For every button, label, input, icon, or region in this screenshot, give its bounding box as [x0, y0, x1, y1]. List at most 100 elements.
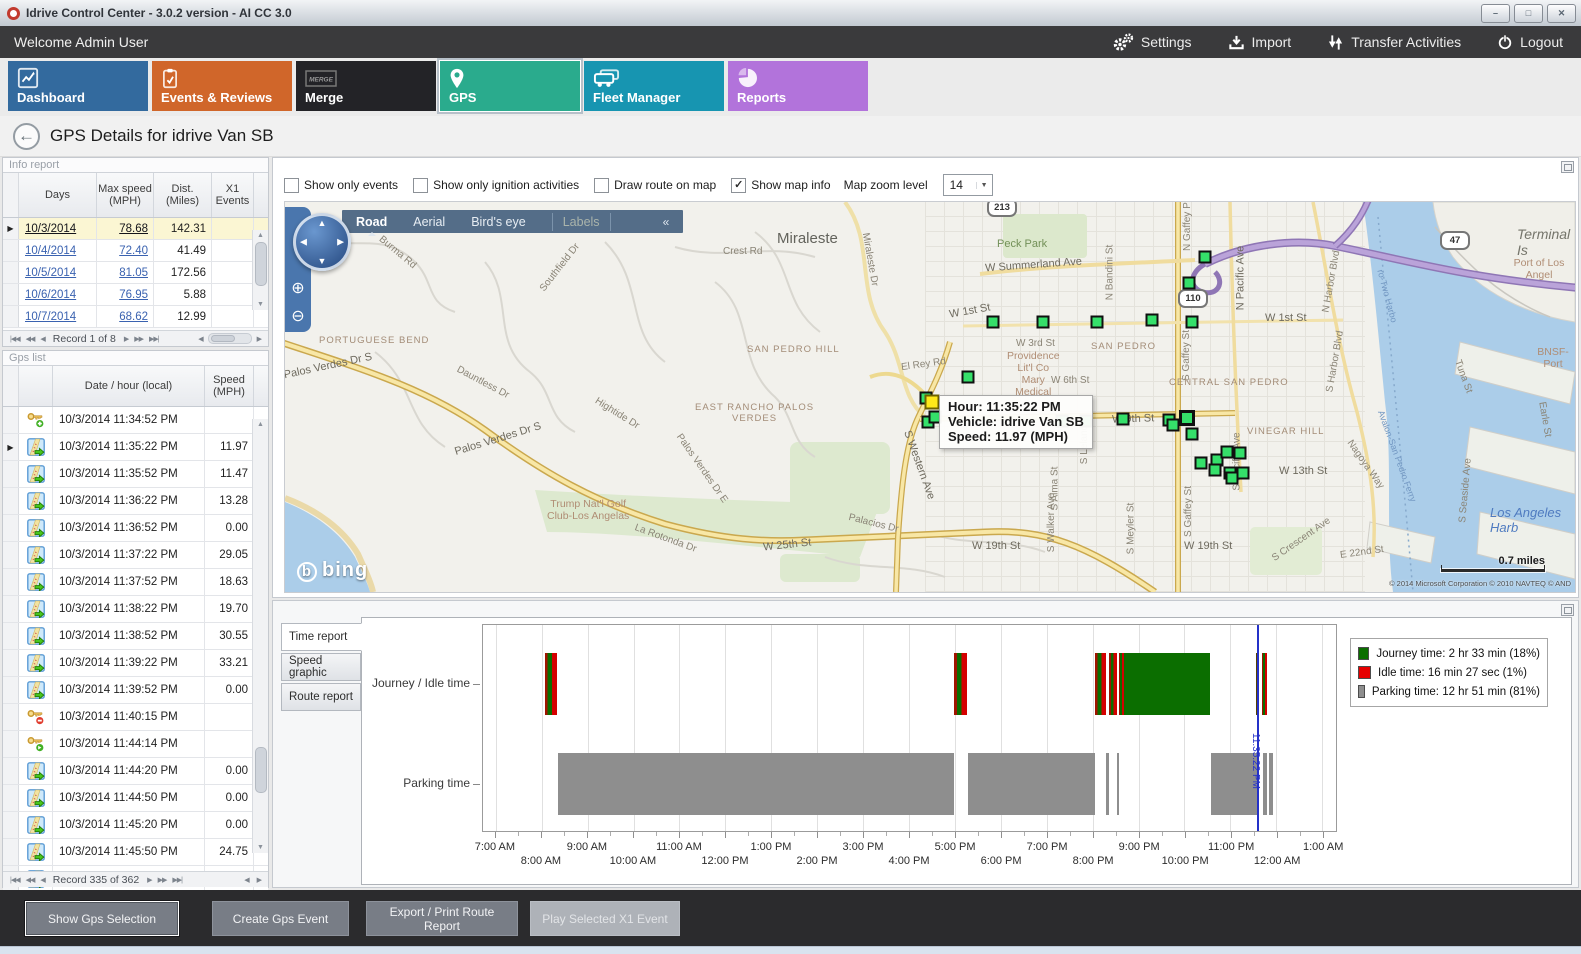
checkbox-box[interactable] — [594, 178, 609, 193]
checkbox-show-only-ignition-activities[interactable]: Show only ignition activities — [413, 178, 579, 193]
gps-row[interactable]: ▶10/3/2014 11:35:22 PM11.97 — [3, 434, 268, 461]
gps-marker[interactable] — [1037, 316, 1050, 329]
gps-marker[interactable] — [1226, 472, 1239, 485]
back-button[interactable]: ← — [13, 123, 40, 150]
chart-panel-collapse-button[interactable] — [1561, 604, 1574, 616]
map-zoom-in-button[interactable]: ⊕ — [288, 279, 308, 299]
gps-list-scrollbar[interactable]: ▲ ▼ — [252, 419, 268, 853]
pan-down-icon[interactable]: ▼ — [318, 256, 327, 266]
gps-row[interactable]: 10/3/2014 11:37:52 PM18.63 — [3, 569, 268, 596]
checkbox-box[interactable]: ✓ — [731, 178, 746, 193]
gps-row[interactable]: 10/3/2014 11:38:52 PM30.55 — [3, 623, 268, 650]
settings-button[interactable]: Settings — [1112, 33, 1192, 52]
table-row[interactable]: 10/5/201481.05172.56 — [3, 262, 268, 284]
gps-marker[interactable] — [1146, 314, 1159, 327]
hscroll-right-icon[interactable]: ▶ — [257, 876, 261, 884]
map-toolbar-collapse-button[interactable]: « — [663, 215, 670, 229]
selected-gps-marker[interactable] — [925, 395, 940, 410]
chevron-down-icon[interactable]: ▼ — [976, 182, 992, 189]
pager-next-group-button[interactable]: ▶▶ — [134, 335, 143, 343]
pager-prev-button[interactable]: ◀ — [40, 335, 44, 343]
map-view-bird-s-eye[interactable]: Bird's eye — [471, 215, 526, 229]
gps-row[interactable]: 10/3/2014 11:39:22 PM33.21 — [3, 650, 268, 677]
pager-next-button[interactable]: ▶ — [124, 335, 128, 343]
days-cell[interactable]: 10/6/2014 — [19, 284, 97, 305]
map-pan-control[interactable]: ▲ ▼ ◀ ▶ — [293, 213, 351, 271]
pager-hscrollbar[interactable]: ◀▶ — [241, 876, 264, 884]
scroll-up-icon[interactable]: ▲ — [253, 232, 268, 239]
gps-row[interactable]: 10/3/2014 11:44:20 PM0.00 — [3, 758, 268, 785]
max-speed-cell[interactable]: 78.68 — [97, 218, 154, 239]
gps-marker[interactable] — [1209, 464, 1222, 477]
map-zoom-select[interactable]: 14▼ — [943, 174, 993, 196]
export-print-route-report-button[interactable]: Export / Print Route Report — [366, 901, 518, 936]
gps-marker[interactable] — [1091, 316, 1104, 329]
gps-row[interactable]: 10/3/2014 11:40:15 PM — [3, 704, 268, 731]
gps-row[interactable]: 10/3/2014 11:37:22 PM29.05 — [3, 542, 268, 569]
gps-marker[interactable] — [1186, 316, 1199, 329]
pager-first-button[interactable]: |◀◀ — [10, 876, 20, 884]
window-maximize-button[interactable]: □ — [1514, 4, 1543, 23]
gps-marker[interactable] — [1195, 457, 1208, 470]
tab-fleet-manager[interactable]: Fleet Manager — [584, 61, 724, 111]
gps-marker[interactable] — [1199, 251, 1212, 264]
column-header[interactable]: Days — [19, 173, 97, 217]
scroll-up-icon[interactable]: ▲ — [253, 421, 268, 428]
pager-last-button[interactable]: ▶▶| — [172, 876, 182, 884]
max-speed-cell[interactable]: 72.40 — [97, 240, 154, 261]
gps-row[interactable]: 10/3/2014 11:34:52 PM — [3, 407, 268, 434]
gps-marker[interactable] — [987, 316, 1000, 329]
gps-row[interactable]: 10/3/2014 11:45:50 PM24.75 — [3, 839, 268, 866]
gps-row[interactable]: 10/3/2014 11:36:22 PM13.28 — [3, 488, 268, 515]
pan-right-icon[interactable]: ▶ — [337, 237, 344, 248]
pan-left-icon[interactable]: ◀ — [300, 237, 307, 248]
map-view-aerial[interactable]: Aerial — [413, 215, 445, 229]
tab-reports[interactable]: Reports — [728, 61, 868, 111]
gps-row[interactable]: 10/3/2014 11:44:50 PM0.00 — [3, 785, 268, 812]
map-zoom-out-button[interactable]: ⊖ — [288, 307, 308, 327]
gps-marker[interactable] — [1183, 277, 1196, 290]
gps-row[interactable]: 10/3/2014 11:39:52 PM0.00 — [3, 677, 268, 704]
table-row[interactable]: ▶10/3/201478.68142.31 — [3, 218, 268, 240]
hscroll-track[interactable] — [208, 333, 252, 344]
chart-tab-route-report[interactable]: Route report — [281, 683, 361, 711]
gps-row[interactable]: 10/3/2014 11:44:14 PM — [3, 731, 268, 758]
column-header[interactable]: Dist. (Miles) — [154, 173, 212, 217]
gps-row[interactable]: 10/3/2014 11:35:52 PM11.47 — [3, 461, 268, 488]
chart-tab-time-report[interactable]: Time report — [281, 623, 362, 651]
chart-tab-speed-graphic[interactable]: Speed graphic — [281, 653, 361, 681]
column-header[interactable]: Speed (MPH) — [205, 366, 254, 406]
checkbox-draw-route-on-map[interactable]: Draw route on map — [594, 178, 716, 193]
window-minimize-button[interactable]: – — [1481, 4, 1510, 23]
play-selected-x1-event-button[interactable]: Play Selected X1 Event — [530, 901, 680, 936]
hscroll-left-icon[interactable]: ◀ — [244, 876, 248, 884]
hscroll-right-icon[interactable]: ▶ — [257, 335, 261, 343]
scroll-thumb[interactable] — [255, 242, 267, 286]
gps-row[interactable]: 10/3/2014 11:36:52 PM0.00 — [3, 515, 268, 542]
tab-dashboard[interactable]: Dashboard — [8, 61, 148, 111]
logout-button[interactable]: Logout — [1497, 34, 1563, 50]
gps-row[interactable]: 10/3/2014 11:45:20 PM0.00 — [3, 812, 268, 839]
checkbox-box[interactable] — [413, 178, 428, 193]
table-row[interactable]: 10/6/201476.955.88 — [3, 284, 268, 306]
days-cell[interactable]: 10/4/2014 — [19, 240, 97, 261]
transfer-activities-button[interactable]: Transfer Activities — [1327, 34, 1461, 51]
create-gps-event-button[interactable]: Create Gps Event — [212, 901, 349, 936]
checkbox-box[interactable] — [284, 178, 299, 193]
pager-prev-button[interactable]: ◀ — [40, 876, 44, 884]
gps-marker[interactable] — [1234, 447, 1247, 460]
checkbox-show-map-info[interactable]: ✓Show map info — [731, 178, 830, 193]
map[interactable]: MiralesteMiraleste DrCrest RdBurma RdSou… — [284, 201, 1576, 593]
gps-marker[interactable] — [1117, 413, 1130, 426]
pan-up-icon[interactable]: ▲ — [318, 218, 327, 228]
tab-merge[interactable]: MERGEMerge — [296, 61, 436, 111]
map-panel-collapse-button[interactable] — [1561, 161, 1574, 173]
scroll-down-icon[interactable]: ▼ — [253, 844, 268, 851]
table-row[interactable]: 10/4/201472.4041.49 — [3, 240, 268, 262]
column-header[interactable]: Max speed (MPH) — [97, 173, 154, 217]
column-header[interactable]: X1 Events — [212, 173, 254, 217]
gps-row[interactable]: 10/3/2014 11:38:22 PM19.70 — [3, 596, 268, 623]
tab-events-reviews[interactable]: Events & Reviews — [152, 61, 292, 111]
pager-prev-group-button[interactable]: ◀◀ — [26, 876, 35, 884]
gps-marker[interactable] — [1167, 419, 1180, 432]
